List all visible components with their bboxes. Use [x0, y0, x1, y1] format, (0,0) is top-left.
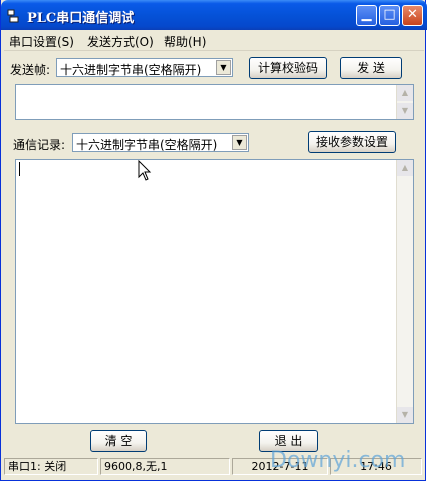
log-scrollbar[interactable]: ▲ ▼	[396, 160, 413, 423]
mouse-cursor-icon	[138, 160, 152, 181]
send-button[interactable]: 发 送	[340, 57, 402, 79]
window-title: PLC串口通信调试	[27, 11, 135, 26]
minimize-button[interactable]: ▁	[356, 5, 377, 26]
close-icon: ✕	[407, 7, 418, 22]
menu-bar: 串口设置(S) 发送方式(O) 帮助(H)	[4, 30, 424, 51]
scroll-up-icon[interactable]: ▲	[397, 85, 413, 101]
scroll-down-icon[interactable]: ▼	[397, 103, 413, 119]
clear-button[interactable]: 清 空	[90, 430, 147, 452]
text-caret	[19, 162, 20, 176]
app-window: PLC串口通信调试 ▁ □ ✕ 串口设置(S) 发送方式(O) 帮助(H) 发送…	[0, 0, 427, 481]
menu-help[interactable]: 帮助(H)	[164, 33, 206, 50]
close-button[interactable]: ✕	[402, 5, 423, 26]
scroll-down-icon[interactable]: ▼	[397, 407, 413, 423]
port-status: 串口1: 关闭	[4, 458, 98, 475]
send-scrollbar[interactable]: ▲ ▼	[396, 85, 413, 119]
comm-log-area[interactable]: ▲ ▼	[15, 159, 414, 424]
send-frame-input[interactable]: ▲ ▼	[15, 84, 414, 120]
plc-app-icon	[7, 9, 19, 23]
menu-serial-settings[interactable]: 串口设置(S)	[9, 33, 74, 50]
send-frame-label: 发送帧:	[10, 63, 51, 77]
calc-checksum-button[interactable]: 计算校验码	[249, 57, 327, 79]
log-format-value: 十六进制字节串(空格隔开)	[76, 138, 218, 152]
minimize-icon: ▁	[361, 7, 372, 22]
menu-send-mode[interactable]: 发送方式(O)	[87, 33, 154, 50]
watermark: Downyi.com	[270, 448, 406, 473]
chevron-down-icon[interactable]: ▼	[216, 60, 231, 75]
recv-settings-button[interactable]: 接收参数设置	[308, 131, 396, 153]
log-format-select[interactable]: 十六进制字节串(空格隔开) ▼	[72, 133, 249, 152]
send-format-value: 十六进制字节串(空格隔开)	[60, 63, 202, 77]
send-format-select[interactable]: 十六进制字节串(空格隔开) ▼	[56, 58, 233, 77]
title-bar[interactable]: PLC串口通信调试 ▁ □ ✕	[1, 0, 427, 30]
chevron-down-icon[interactable]: ▼	[232, 135, 247, 150]
maximize-button[interactable]: □	[379, 5, 400, 26]
scroll-up-icon[interactable]: ▲	[397, 160, 413, 176]
comm-log-label: 通信记录:	[13, 138, 66, 152]
maximize-icon: □	[383, 7, 396, 22]
port-params: 9600,8,无,1	[100, 458, 230, 475]
